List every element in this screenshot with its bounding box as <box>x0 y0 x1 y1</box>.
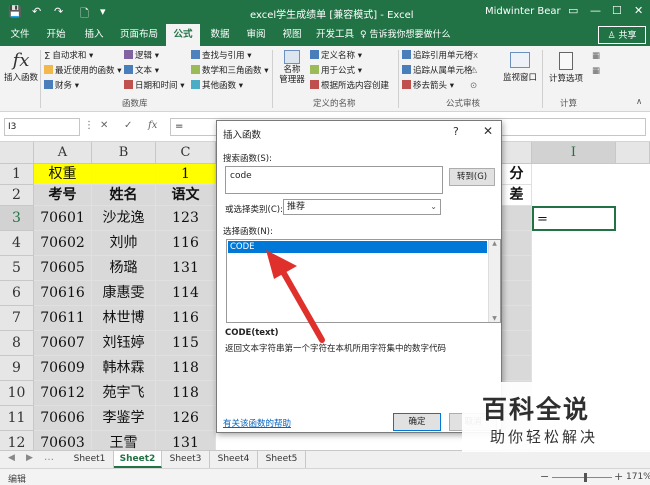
arrow-head <box>266 250 297 279</box>
watermark-title: 百科全说 <box>482 395 591 424</box>
arrow-shaft <box>279 267 325 343</box>
watermark: 百科全说 助你轻松解决 <box>462 382 650 452</box>
watermark-subtitle: 助你轻松解决 <box>490 428 599 446</box>
